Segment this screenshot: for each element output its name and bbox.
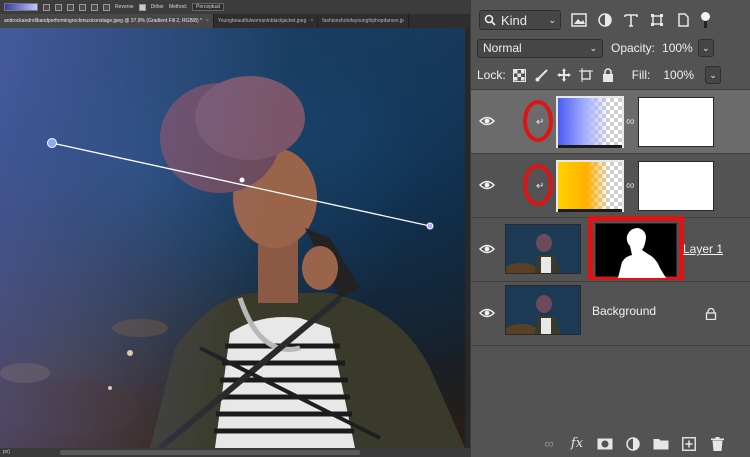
layer-filter-row: Kind ⌄: [471, 6, 750, 34]
lock-fill-row: Lock: Fill: 100% ⌄: [471, 64, 750, 86]
fill-slider-button[interactable]: ⌄: [705, 66, 722, 84]
status-text: px): [3, 449, 10, 455]
gradient-style-angle[interactable]: [67, 3, 74, 11]
gradient-midpoint-handle[interactable]: [239, 177, 245, 183]
visibility-eye-icon[interactable]: [479, 178, 495, 192]
tab-woman-jacket[interactable]: Youngbeautifulwomaninblackjacket.jpeg ×: [214, 14, 319, 28]
gradient-end-handle[interactable]: [426, 222, 434, 230]
link-layers-icon[interactable]: ∞: [541, 436, 557, 452]
document-canvas[interactable]: [0, 28, 465, 448]
layer-row-layer-1[interactable]: Layer 1: [471, 216, 750, 282]
lock-image-pixels-icon[interactable]: [534, 67, 550, 83]
lock-label: Lock:: [477, 68, 506, 82]
blend-opacity-row: Normal ⌄ Opacity: 100% ⌄: [471, 38, 750, 58]
kind-label: Kind: [501, 12, 528, 28]
lock-transparent-pixels-icon[interactable]: [512, 67, 528, 83]
opacity-slider-button[interactable]: ⌄: [697, 39, 714, 57]
gradient-start-handle[interactable]: [47, 138, 57, 148]
search-icon: [484, 14, 496, 26]
thumbnail-selection-bar: [558, 145, 622, 148]
lock-icon: [705, 308, 717, 320]
mask-silhouette-image: [618, 228, 666, 278]
gradient-fill-thumbnail[interactable]: [556, 160, 624, 212]
fill-label: Fill:: [631, 68, 651, 82]
gradient-style-linear[interactable]: [43, 3, 50, 11]
chevron-down-icon: ⌄: [709, 69, 717, 80]
opacity-input[interactable]: 100%: [659, 39, 696, 58]
dither-label: Dither: [150, 4, 164, 10]
smart-object-filter-icon[interactable]: [675, 12, 691, 28]
document-tab-bar: androckandrollbandperformingrockmusicons…: [0, 14, 470, 28]
photo-thumbnail-image: [506, 225, 580, 273]
blend-mode-select[interactable]: Normal ⌄: [477, 38, 603, 58]
fill-input[interactable]: 100%: [660, 66, 697, 85]
visibility-eye-icon[interactable]: [479, 114, 495, 128]
chevron-down-icon: ⌄: [548, 14, 556, 25]
new-group-folder-icon[interactable]: [653, 436, 669, 452]
horizontal-scrollbar[interactable]: [60, 450, 360, 455]
type-layer-filter-icon[interactable]: [623, 12, 639, 28]
tab-label: fashionshotofayounghiphopdancer.jp: [322, 18, 404, 24]
reverse-label: Reverse: [115, 4, 134, 10]
opacity-label: Opacity:: [611, 41, 656, 55]
lock-position-icon[interactable]: [556, 67, 572, 83]
layer-style-fx-icon[interactable]: fx: [569, 436, 585, 452]
link-chain-icon[interactable]: ∞: [626, 178, 636, 194]
gradient-style-reflected[interactable]: [79, 3, 86, 11]
reverse-checkbox[interactable]: [103, 3, 110, 11]
gradient-options-bar: Reverse Dither Method: Perceptual: [0, 0, 470, 14]
gradient-guide: [47, 138, 434, 230]
thumbnail-selection-bar: [558, 209, 622, 212]
gradient-fill-swatch: [558, 98, 622, 146]
red-highlight-oval: [523, 164, 553, 206]
gradient-style-diamond[interactable]: [91, 3, 98, 11]
layers-panel: Kind ⌄ Normal ⌄ Opacity: 100% ⌄ Lock: Fi…: [470, 0, 750, 457]
lock-all-icon[interactable]: [600, 67, 616, 83]
layer-thumbnail[interactable]: [505, 285, 581, 335]
dither-checkbox[interactable]: [138, 3, 146, 11]
gradient-preview-swatch[interactable]: [4, 3, 38, 11]
new-layer-icon[interactable]: [681, 436, 697, 452]
visibility-eye-icon[interactable]: [479, 242, 495, 256]
tab-label: Youngbeautifulwomaninblackjacket.jpeg: [217, 18, 307, 24]
tab-label: androckandrollbandperformingrockmusicons…: [4, 18, 202, 24]
pixel-layer-filter-icon[interactable]: [571, 12, 587, 28]
link-chain-icon[interactable]: ∞: [626, 114, 636, 130]
visibility-eye-icon[interactable]: [479, 306, 495, 320]
chevron-down-icon: ⌄: [589, 42, 597, 53]
adjustment-layer-filter-icon[interactable]: [597, 12, 613, 28]
shape-layer-filter-icon[interactable]: [649, 12, 665, 28]
layer-name: Background: [592, 304, 657, 318]
photo-thumbnail-image: [506, 286, 580, 334]
tab-hiphop-dancer[interactable]: fashionshotofayounghiphopdancer.jp: [318, 14, 409, 28]
layer-row-gradient-blue[interactable]: ↵ ∞: [471, 90, 750, 154]
filter-toggle-switch[interactable]: [700, 12, 710, 28]
artboard-nesting-icon[interactable]: [578, 67, 594, 83]
method-select[interactable]: Perceptual: [192, 3, 224, 11]
layer-mask-thumbnail[interactable]: [595, 223, 677, 278]
blend-mode-value: Normal: [483, 41, 522, 55]
method-label: Method:: [168, 4, 188, 10]
gradient-fill-swatch: [558, 162, 622, 210]
layer-mask-thumbnail[interactable]: [638, 97, 714, 147]
layer-name: Layer 1: [683, 242, 724, 256]
gradient-style-radial[interactable]: [55, 3, 62, 11]
layer-thumbnail[interactable]: [505, 224, 581, 274]
tab-rock-band[interactable]: androckandrollbandperformingrockmusicons…: [0, 14, 214, 28]
close-icon[interactable]: ×: [310, 18, 313, 24]
layer-row-background[interactable]: Background: [471, 282, 750, 346]
red-highlight-oval: [523, 100, 553, 142]
layer-mask-thumbnail[interactable]: [638, 161, 714, 211]
photoshop-window: Reverse Dither Method: Perceptual androc…: [0, 0, 750, 457]
gradient-fill-thumbnail[interactable]: [556, 96, 624, 148]
trash-icon[interactable]: [709, 436, 725, 452]
close-icon[interactable]: ×: [206, 18, 209, 24]
add-mask-icon[interactable]: [597, 436, 613, 452]
document-area: Reverse Dither Method: Perceptual androc…: [0, 0, 470, 457]
layer-row-gradient-yellow[interactable]: ↵ ∞: [471, 154, 750, 218]
layers-panel-footer: ∞ fx: [471, 430, 750, 457]
filter-kind-select[interactable]: Kind ⌄: [479, 10, 561, 30]
chevron-down-icon: ⌄: [701, 42, 710, 53]
new-adjustment-layer-icon[interactable]: [625, 436, 641, 452]
